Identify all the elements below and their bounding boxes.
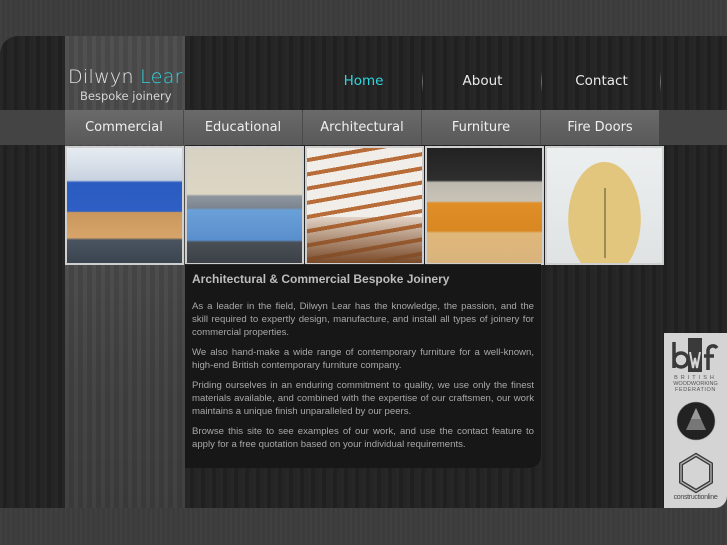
category-architectural[interactable]: Architectural [303,110,422,145]
category-thumbnails [65,146,664,265]
category-furniture[interactable]: Furniture [422,110,541,145]
category-nav: Commercial Educational Architectural Fur… [65,110,659,145]
logo-name-first: Dilwyn [68,66,134,88]
thumb-fire-doors[interactable] [545,146,664,265]
content-heading: Architectural & Commercial Bespoke Joine… [192,272,450,286]
content-paragraph: Browse this site to see examples of our … [192,426,534,450]
bwf-logo-icon[interactable] [670,338,722,374]
top-nav: Home About Contact [304,68,661,94]
constructionline-text: constructionline [673,494,718,501]
content-paragraph: Priding ourselves in an enduring commitm… [192,380,534,417]
buy-with-confidence-icon[interactable] [671,396,721,446]
category-fire-doors[interactable]: Fire Doors [541,110,659,145]
accreditation-badges: BRITISH WOODWORKING FEDERATION construct… [664,333,727,508]
bwf-text-federation: FEDERATION [674,387,717,393]
logo-wordmark: Dilwyn Lear [68,66,183,88]
nav-contact[interactable]: Contact [542,68,661,94]
category-commercial[interactable]: Commercial [65,110,184,145]
intro-content: Architectural & Commercial Bespoke Joine… [185,264,541,468]
thumb-architectural-roof-beams[interactable] [305,146,424,265]
logo-tagline: Bespoke joinery [80,89,172,103]
content-paragraph: As a leader in the field, Dilwyn Lear ha… [192,301,534,338]
thumb-furniture-coffee-table[interactable] [425,146,544,265]
thumb-commercial-reception-desk[interactable] [65,146,184,265]
content-paragraph: We also hand-make a wide range of contem… [192,347,534,371]
constructionline-logo-icon[interactable] [675,452,717,494]
logo-name-last: Lear [140,66,183,88]
nav-about[interactable]: About [423,68,542,94]
thumb-educational-washroom[interactable] [185,146,304,265]
category-educational[interactable]: Educational [184,110,303,145]
wood-texture-strip [65,36,185,508]
nav-home[interactable]: Home [304,68,423,94]
site-logo[interactable]: Dilwyn Lear Bespoke joinery [68,66,183,104]
